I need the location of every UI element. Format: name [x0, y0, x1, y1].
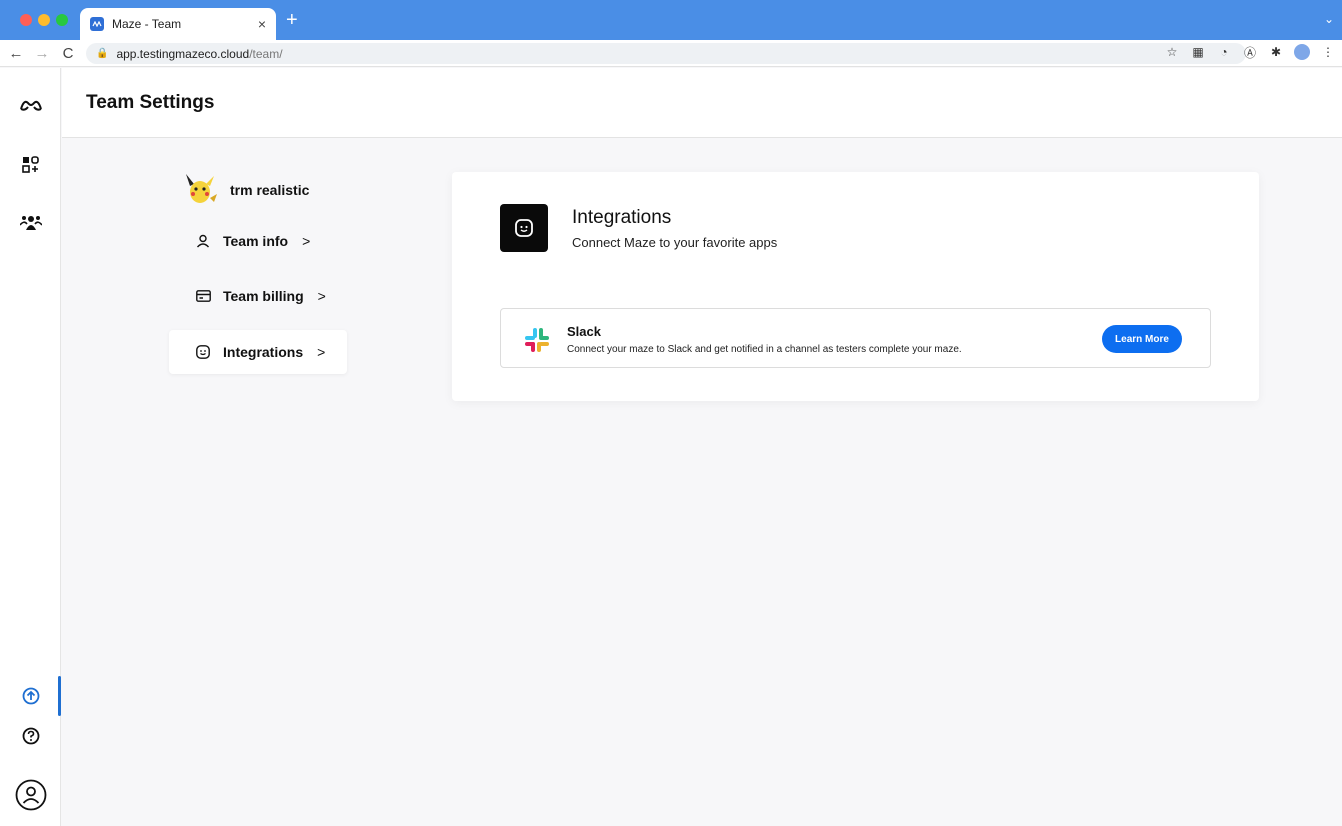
url-host: app.testingmazeco.cloud [116, 46, 250, 61]
team-header: trm realistic [180, 170, 309, 210]
integrations-subtitle: Connect Maze to your favorite apps [572, 235, 778, 250]
reload-icon[interactable]: C [58, 45, 78, 62]
page-header: Team Settings [62, 68, 1342, 138]
left-rail [0, 68, 61, 826]
nav-item-label: Team info [223, 233, 289, 249]
menu-kebab-icon[interactable]: ⋮ [1320, 44, 1336, 60]
tab-title: Maze - Team [112, 17, 182, 31]
browser-tab[interactable]: Maze - Team × [80, 8, 276, 40]
maze-favicon-icon [90, 17, 104, 31]
integration-name: Slack [567, 324, 601, 339]
team-icon[interactable] [18, 210, 44, 236]
help-icon[interactable] [18, 723, 44, 749]
team-avatar [180, 170, 220, 210]
nav-item-integrations[interactable]: Integrations > [169, 330, 347, 374]
tab-close-icon[interactable]: × [258, 16, 266, 32]
integrations-card: Integrations Connect Maze to your favori… [452, 172, 1259, 401]
profile-icon[interactable] [1294, 44, 1310, 60]
chevron-right-icon: > [317, 344, 326, 360]
user-icon [195, 233, 211, 249]
back-icon[interactable]: ← [6, 45, 26, 62]
chevron-right-icon: > [302, 233, 311, 249]
plug-icon [195, 344, 211, 360]
chevron-right-icon: > [317, 288, 326, 304]
projects-grid-icon[interactable] [18, 152, 44, 178]
window-close-dot[interactable] [20, 14, 32, 26]
url-path: /team/ [249, 46, 283, 61]
window-minimize-dot[interactable] [38, 14, 50, 26]
account-avatar-icon[interactable] [14, 778, 48, 812]
credit-card-icon [195, 288, 211, 304]
extension-qr-icon[interactable]: ▦ [1190, 44, 1206, 60]
address-bar[interactable]: 🔒 app.testingmazeco.cloud/team/ [86, 43, 1246, 64]
nav-item-team-info[interactable]: Team info > [169, 219, 347, 263]
bookmark-star-icon[interactable]: ☆ [1164, 44, 1180, 60]
integration-description: Connect your maze to Slack and get notif… [567, 344, 962, 355]
upgrade-icon[interactable] [18, 683, 44, 709]
extensions-area: ☆ ▦ ◔ Ⓐ ✱ ⋮ [1164, 44, 1336, 60]
rail-active-indicator [58, 676, 61, 716]
slack-logo-icon [523, 326, 551, 354]
nav-item-team-billing[interactable]: Team billing > [169, 274, 347, 318]
new-tab-button[interactable]: + [286, 10, 298, 30]
browser-toolbar: ← → C 🔒 app.testingmazeco.cloud/team/ ☆ … [0, 40, 1342, 67]
integration-row-slack: Slack Connect your maze to Slack and get… [500, 308, 1211, 368]
lock-icon: 🔒 [96, 48, 109, 59]
extension-a-icon[interactable]: Ⓐ [1242, 44, 1258, 60]
extensions-puzzle-icon[interactable]: ✱ [1268, 44, 1284, 60]
window-maximize-dot[interactable] [56, 14, 68, 26]
browser-tab-bar: Maze - Team × + ⌄ [0, 0, 1342, 40]
page-title: Team Settings [86, 92, 215, 113]
maze-logo-icon[interactable] [18, 92, 44, 118]
extension-search-icon[interactable]: ◔ [1216, 44, 1232, 60]
forward-icon[interactable]: → [32, 45, 52, 62]
tab-search-icon[interactable]: ⌄ [1324, 12, 1334, 26]
integrations-title: Integrations [572, 207, 672, 228]
team-name: trm realistic [230, 182, 310, 198]
nav-item-label: Team billing [223, 288, 304, 304]
nav-item-label: Integrations [223, 344, 304, 360]
integrations-plug-icon [500, 204, 548, 252]
learn-more-button[interactable]: Learn More [1102, 325, 1182, 353]
